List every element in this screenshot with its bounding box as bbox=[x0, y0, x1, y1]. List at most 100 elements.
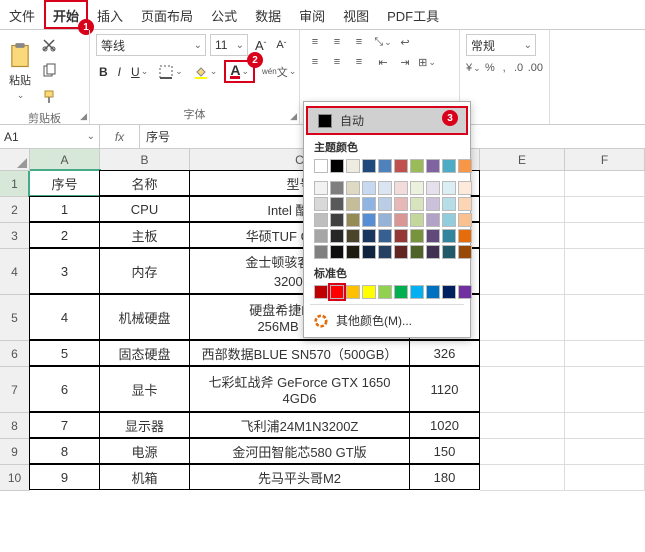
align-center-button[interactable]: ≡ bbox=[328, 54, 346, 70]
header-cell[interactable]: 序号 bbox=[29, 170, 100, 196]
tab-file[interactable]: 文件 bbox=[0, 0, 44, 29]
tab-view[interactable]: 视图 bbox=[334, 0, 378, 29]
color-swatch[interactable] bbox=[458, 285, 472, 299]
auto-color-option[interactable]: 自动 3 bbox=[306, 106, 468, 135]
data-cell[interactable]: 3 bbox=[29, 248, 100, 294]
tab-insert[interactable]: 插入 bbox=[88, 0, 132, 29]
color-swatch[interactable] bbox=[442, 159, 456, 173]
color-swatch[interactable] bbox=[458, 245, 472, 259]
data-cell[interactable] bbox=[480, 341, 565, 367]
row-header[interactable]: 10 bbox=[0, 465, 30, 491]
fx-icon[interactable]: fx bbox=[100, 125, 140, 148]
color-swatch[interactable] bbox=[362, 197, 376, 211]
row-header[interactable]: 4 bbox=[0, 249, 30, 295]
phonetic-guide-button[interactable]: wén文⌄ bbox=[259, 61, 299, 83]
data-cell[interactable]: 150 bbox=[409, 438, 480, 464]
decrease-decimal-button[interactable]: .00 bbox=[528, 60, 543, 76]
color-swatch[interactable] bbox=[314, 181, 328, 195]
header-cell[interactable] bbox=[480, 171, 565, 197]
data-cell[interactable]: 内存 bbox=[99, 248, 190, 294]
data-cell[interactable] bbox=[480, 223, 565, 249]
percent-button[interactable]: % bbox=[485, 60, 495, 76]
color-swatch[interactable] bbox=[330, 245, 344, 259]
color-swatch[interactable] bbox=[394, 229, 408, 243]
data-cell[interactable]: 飞利浦24M1N3200Z bbox=[189, 412, 410, 438]
data-cell[interactable]: 326 bbox=[409, 340, 480, 366]
orientation-button[interactable]: ⤡⌄ bbox=[374, 34, 392, 50]
border-button[interactable]: ⌄ bbox=[155, 61, 186, 83]
color-swatch[interactable] bbox=[394, 159, 408, 173]
color-swatch[interactable] bbox=[330, 229, 344, 243]
data-cell[interactable]: 6 bbox=[29, 366, 100, 412]
data-cell[interactable] bbox=[480, 465, 565, 491]
merge-cells-button[interactable]: ⊞⌄ bbox=[418, 54, 436, 70]
color-swatch[interactable] bbox=[314, 213, 328, 227]
format-painter-button[interactable] bbox=[38, 86, 60, 108]
color-swatch[interactable] bbox=[362, 213, 376, 227]
data-cell[interactable]: 显卡 bbox=[99, 366, 190, 412]
color-swatch[interactable] bbox=[394, 245, 408, 259]
data-cell[interactable]: 显示器 bbox=[99, 412, 190, 438]
data-cell[interactable]: 1120 bbox=[409, 366, 480, 412]
data-cell[interactable]: 固态硬盘 bbox=[99, 340, 190, 366]
data-cell[interactable]: 金河田智能芯580 GT版 bbox=[189, 438, 410, 464]
color-swatch[interactable] bbox=[426, 285, 440, 299]
color-swatch[interactable] bbox=[346, 285, 360, 299]
row-header[interactable]: 5 bbox=[0, 295, 30, 341]
data-cell[interactable]: 西部数据BLUE SN570（500GB） bbox=[189, 340, 410, 366]
tab-review[interactable]: 审阅 bbox=[290, 0, 334, 29]
color-swatch[interactable] bbox=[346, 197, 360, 211]
color-swatch[interactable] bbox=[314, 197, 328, 211]
color-swatch[interactable] bbox=[426, 197, 440, 211]
data-cell[interactable]: 180 bbox=[409, 464, 480, 490]
color-swatch[interactable] bbox=[458, 229, 472, 243]
data-cell[interactable]: 2 bbox=[29, 222, 100, 248]
color-swatch[interactable] bbox=[410, 181, 424, 195]
underline-button[interactable]: U⌄ bbox=[128, 62, 151, 82]
col-header-a[interactable]: A bbox=[30, 149, 100, 171]
color-swatch[interactable] bbox=[410, 285, 424, 299]
color-swatch[interactable] bbox=[378, 245, 392, 259]
color-swatch[interactable] bbox=[458, 197, 472, 211]
color-swatch[interactable] bbox=[458, 159, 472, 173]
color-swatch[interactable] bbox=[378, 197, 392, 211]
tab-layout[interactable]: 页面布局 bbox=[132, 0, 202, 29]
clipboard-launcher[interactable]: ◢ bbox=[80, 111, 87, 122]
row-header[interactable]: 2 bbox=[0, 197, 30, 223]
data-cell[interactable]: 机箱 bbox=[99, 464, 190, 490]
color-swatch[interactable] bbox=[346, 213, 360, 227]
font-family-combo[interactable]: 等线 bbox=[96, 34, 206, 56]
tab-home[interactable]: 开始 1 bbox=[44, 0, 88, 29]
color-swatch[interactable] bbox=[442, 181, 456, 195]
data-cell[interactable]: 9 bbox=[29, 464, 100, 490]
color-swatch[interactable] bbox=[314, 285, 328, 299]
increase-indent-button[interactable]: ⇥ bbox=[396, 54, 414, 70]
more-colors-option[interactable]: 其他颜色(M)... bbox=[304, 308, 470, 333]
data-cell[interactable] bbox=[480, 413, 565, 439]
color-swatch[interactable] bbox=[426, 245, 440, 259]
fill-color-button[interactable]: ⌄ bbox=[190, 61, 221, 83]
color-swatch[interactable] bbox=[442, 197, 456, 211]
row-header[interactable]: 6 bbox=[0, 341, 30, 367]
data-cell[interactable]: 1 bbox=[29, 196, 100, 222]
align-right-button[interactable]: ≡ bbox=[350, 54, 368, 70]
col-header-b[interactable]: B bbox=[100, 149, 190, 171]
color-swatch[interactable] bbox=[330, 181, 344, 195]
color-swatch[interactable] bbox=[346, 181, 360, 195]
col-header-f[interactable]: F bbox=[565, 149, 645, 171]
color-swatch[interactable] bbox=[410, 159, 424, 173]
data-cell[interactable] bbox=[565, 223, 645, 249]
color-swatch[interactable] bbox=[410, 229, 424, 243]
data-cell[interactable] bbox=[565, 367, 645, 413]
data-cell[interactable]: 先马平头哥M2 bbox=[189, 464, 410, 490]
color-swatch[interactable] bbox=[410, 245, 424, 259]
color-swatch[interactable] bbox=[442, 245, 456, 259]
data-cell[interactable] bbox=[480, 367, 565, 413]
data-cell[interactable]: 1020 bbox=[409, 412, 480, 438]
color-swatch[interactable] bbox=[378, 181, 392, 195]
color-swatch[interactable] bbox=[362, 229, 376, 243]
font-color-button[interactable]: A ⌄ 2 bbox=[224, 60, 255, 83]
data-cell[interactable]: 7 bbox=[29, 412, 100, 438]
color-swatch[interactable] bbox=[362, 159, 376, 173]
color-swatch[interactable] bbox=[394, 285, 408, 299]
